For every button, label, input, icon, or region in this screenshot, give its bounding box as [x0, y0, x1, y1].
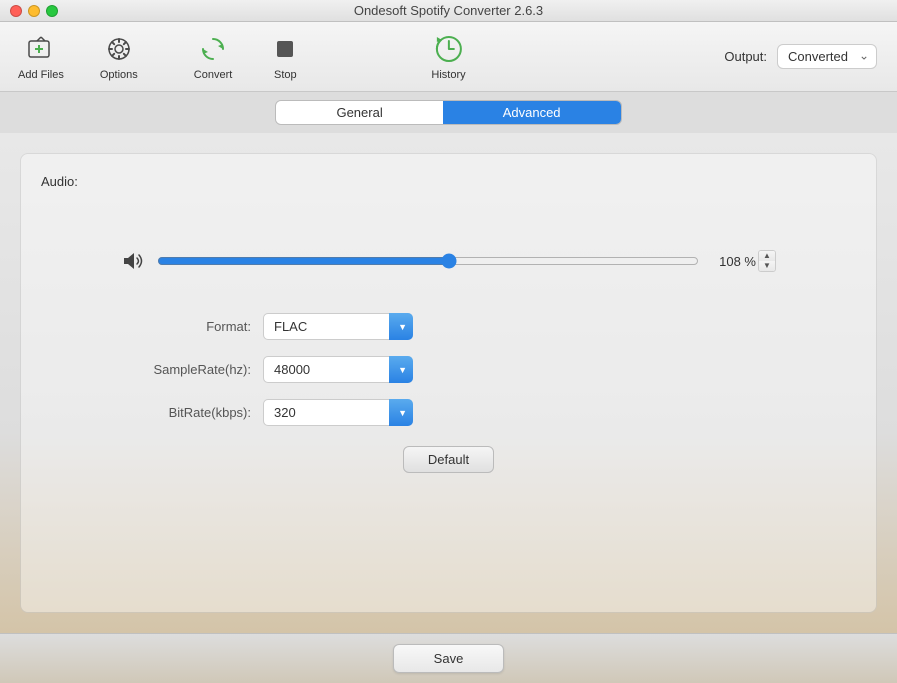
- add-files-icon: [25, 33, 57, 65]
- history-label: History: [431, 69, 465, 81]
- main-content: Audio: 108 % ▲ ▼ Fo: [0, 133, 897, 633]
- output-select[interactable]: Converted: [777, 44, 877, 69]
- format-label: Format:: [121, 319, 251, 334]
- default-btn-row: Default: [41, 446, 856, 473]
- convert-icon: [197, 33, 229, 65]
- volume-value-container: 108 % ▲ ▼: [711, 250, 776, 272]
- format-select-wrapper: FLAC MP3 AAC WAV OGG AIFF: [263, 313, 413, 340]
- sample-rate-select-wrapper: 48000 22050 32000 44100 96000: [263, 356, 413, 383]
- convert-label: Convert: [194, 69, 233, 81]
- sample-rate-row: SampleRate(hz): 48000 22050 32000 44100 …: [41, 356, 856, 383]
- stop-button[interactable]: Stop: [260, 27, 310, 87]
- output-select-wrapper: Converted: [777, 44, 877, 69]
- tab-general[interactable]: General: [276, 101, 442, 124]
- output-label: Output:: [724, 49, 767, 64]
- options-button[interactable]: Options: [92, 27, 146, 87]
- default-button[interactable]: Default: [403, 446, 494, 473]
- save-button[interactable]: Save: [393, 644, 505, 673]
- close-button[interactable]: [10, 5, 22, 17]
- toolbar-middle-group: Convert Stop: [186, 27, 311, 87]
- options-label: Options: [100, 69, 138, 81]
- bit-rate-select[interactable]: 320 128 192 256: [263, 399, 413, 426]
- tab-advanced[interactable]: Advanced: [443, 101, 621, 124]
- title-bar: Ondesoft Spotify Converter 2.6.3: [0, 0, 897, 22]
- toolbar: Add Files Options: [0, 22, 897, 92]
- volume-row: 108 % ▲ ▼: [41, 249, 856, 273]
- output-section: Output: Converted: [724, 44, 877, 69]
- volume-slider-container: [157, 251, 699, 271]
- volume-icon: [121, 249, 145, 273]
- add-files-button[interactable]: Add Files: [10, 27, 72, 87]
- tab-bar: General Advanced: [0, 92, 897, 133]
- tab-container: General Advanced: [275, 100, 621, 125]
- toolbar-left-group: Add Files Options: [10, 27, 146, 87]
- volume-value: 108 %: [711, 254, 756, 269]
- volume-stepper-up[interactable]: ▲: [759, 251, 775, 261]
- maximize-button[interactable]: [46, 5, 58, 17]
- stop-icon: [269, 33, 301, 65]
- format-select[interactable]: FLAC MP3 AAC WAV OGG AIFF: [263, 313, 413, 340]
- bit-rate-label: BitRate(kbps):: [121, 405, 251, 420]
- bottom-bar: Save: [0, 633, 897, 683]
- bit-rate-select-wrapper: 320 128 192 256: [263, 399, 413, 426]
- sample-rate-select[interactable]: 48000 22050 32000 44100 96000: [263, 356, 413, 383]
- history-icon: [432, 33, 464, 65]
- window-title: Ondesoft Spotify Converter 2.6.3: [354, 3, 543, 18]
- content-panel: Audio: 108 % ▲ ▼ Fo: [20, 153, 877, 613]
- add-files-label: Add Files: [18, 69, 64, 81]
- volume-slider[interactable]: [157, 253, 699, 269]
- stop-label: Stop: [274, 69, 297, 81]
- convert-button[interactable]: Convert: [186, 27, 241, 87]
- audio-label: Audio:: [41, 174, 856, 189]
- volume-stepper-down[interactable]: ▼: [759, 261, 775, 271]
- options-icon: [103, 33, 135, 65]
- volume-stepper: ▲ ▼: [758, 250, 776, 272]
- minimize-button[interactable]: [28, 5, 40, 17]
- sample-rate-label: SampleRate(hz):: [121, 362, 251, 377]
- traffic-lights: [10, 5, 58, 17]
- bit-rate-row: BitRate(kbps): 320 128 192 256: [41, 399, 856, 426]
- history-button[interactable]: History: [423, 27, 473, 87]
- format-row: Format: FLAC MP3 AAC WAV OGG AIFF: [41, 313, 856, 340]
